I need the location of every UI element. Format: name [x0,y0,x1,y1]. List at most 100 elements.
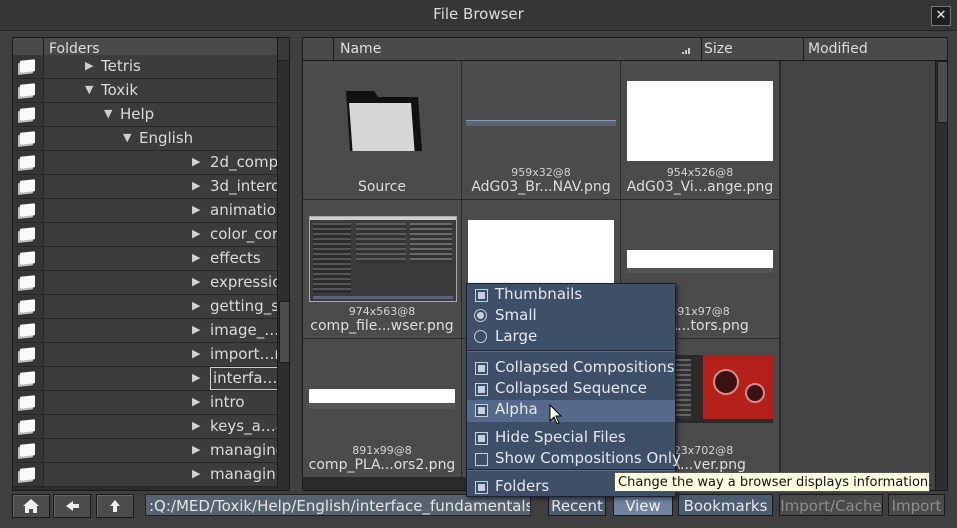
image-thumbnail [627,81,773,161]
radio-icon[interactable] [474,309,487,322]
collapsed-triangle-icon[interactable]: ▶ [192,443,200,456]
up-button[interactable] [96,494,134,518]
collapsed-triangle-icon[interactable]: ▶ [192,467,200,480]
column-size-header[interactable]: Size [702,38,804,60]
folder-row[interactable]: ▶ animation [13,199,285,223]
checkbox-icon[interactable] [475,362,488,375]
image-dimensions: 891x99@8 [352,444,412,457]
file-tile[interactable]: 959x32@8 AdG03_Br...NAV.png [462,61,621,200]
folder-row[interactable]: ▶color_correct [13,223,289,247]
collapsed-triangle-icon[interactable]: ▶ [192,203,200,216]
image-thumbnail [627,250,773,273]
checkbox-icon[interactable] [475,453,488,466]
close-button[interactable]: ✕ [931,6,951,26]
collapsed-triangle-icon[interactable]: ▶ [192,371,200,384]
checkbox-icon[interactable] [475,404,488,417]
import-cache-button[interactable]: Import/Cache [779,494,883,516]
column-modified-header[interactable]: Modified [804,38,935,60]
checkbox-icon[interactable] [475,481,488,494]
image-thumbnail [309,216,457,302]
files-scroll-thumb[interactable] [937,61,947,123]
folder-icon [13,151,44,174]
folder-label: intro [210,393,245,411]
file-name: comp_file...wser.png [310,318,454,334]
folder-icon [13,367,44,390]
expanded-triangle-icon[interactable]: ▼ [123,131,131,144]
folder-icon [13,103,44,126]
folder-row[interactable]: ▼ Help [13,103,277,127]
view-menu-item[interactable]: Collapsed Sequence [467,379,675,400]
collapsed-triangle-icon[interactable]: ▶ [192,347,200,360]
folder-icon [13,391,44,414]
checkbox-icon[interactable] [475,289,488,302]
collapsed-triangle-icon[interactable]: ▶ [85,59,93,72]
folder-label: 2d_comps [210,153,286,171]
view-menu-label: Collapsed Sequence [495,379,648,397]
folder-icon [13,247,44,270]
file-tile[interactable]: 891x99@8 comp_PLA...ors2.png [303,339,462,478]
folder-icon [13,295,44,318]
expanded-triangle-icon[interactable]: ▼ [85,83,93,96]
folder-row[interactable]: ▼ English [13,127,277,151]
collapsed-triangle-icon[interactable]: ▶ [192,275,200,288]
folders-scroll-thumb[interactable] [279,301,289,363]
folder-row[interactable]: ▶image_…essing [13,319,289,343]
view-menu-item[interactable]: Large [467,327,675,348]
folder-icon [13,55,44,78]
folder-row[interactable]: ▶ intro [13,391,277,415]
mouse-cursor-icon [549,404,563,425]
collapsed-triangle-icon[interactable]: ▶ [192,299,200,312]
folder-row[interactable]: ▶ effects [13,247,277,271]
window-title: File Browser [433,5,524,23]
up-arrow-icon [110,500,120,512]
folder-row[interactable]: ▼ Toxik [13,79,277,103]
back-button[interactable] [53,494,91,518]
folder-icon [13,175,44,198]
collapsed-triangle-icon[interactable]: ▶ [192,251,200,264]
folder-label: Toxik [101,81,139,99]
folder-row[interactable]: ▶managing_grain [13,439,289,463]
collapsed-triangle-icon[interactable]: ▶ [192,419,200,432]
view-menu-item[interactable]: Small [467,306,675,327]
checkbox-icon[interactable] [475,383,488,396]
file-tile[interactable]: 974x563@8 comp_file...wser.png [303,200,462,339]
column-size-label: Size [704,41,733,57]
home-icon [23,499,39,513]
bookmarks-button[interactable]: Bookmarks [678,494,773,516]
collapsed-triangle-icon[interactable]: ▶ [192,179,200,192]
folder-row[interactable]: ▶ expressions [13,271,289,295]
image-thumbnail [466,120,616,126]
collapsed-triangle-icon[interactable]: ▶ [192,155,200,168]
folder-row[interactable]: ▶managin…ojects [13,463,289,487]
folder-row[interactable]: ▶getting_started [13,295,289,319]
image-dimensions: 974x563@8 [348,305,416,318]
folder-row[interactable]: ▶ Tetris [13,55,277,79]
expanded-triangle-icon[interactable]: ▼ [104,107,112,120]
file-tile[interactable]: 954x526@8 AdG03_Vi...ange.png [621,61,780,200]
view-menu-item[interactable]: Show Compositions Only [467,449,681,470]
folder-row[interactable]: ▶ 2d_comps [13,151,286,175]
checkbox-icon[interactable] [475,432,488,445]
radio-icon[interactable] [474,330,487,343]
folder-label: Help [120,105,155,123]
view-menu-item[interactable]: Thumbnails [467,285,675,306]
folder-label: effects [210,249,261,267]
view-menu-item[interactable]: Hide Special Files [467,428,675,449]
collapsed-triangle-icon[interactable]: ▶ [192,323,200,336]
view-menu-item[interactable]: Collapsed Compositions [467,358,675,379]
folder-row[interactable]: ▶interfa…mentals [13,367,289,391]
view-menu-item[interactable]: Alpha [467,400,675,421]
collapsed-triangle-icon[interactable]: ▶ [192,227,200,240]
home-button[interactable] [12,494,50,518]
file-name: AdG03_Vi...ange.png [626,179,774,195]
files-scrollbar[interactable] [935,61,947,490]
folder-row[interactable]: ▶import…media [13,343,289,367]
folder-row[interactable]: ▶ 3d_interop [13,175,289,199]
column-name-header[interactable]: Name [334,38,702,60]
folder-tile[interactable]: Source [303,61,462,200]
folder-row[interactable]: ▶keys_a…attes [13,415,289,439]
file-name: Source [357,179,407,195]
folders-scrollbar[interactable] [277,61,289,490]
import-button[interactable]: Import [888,494,945,516]
collapsed-triangle-icon[interactable]: ▶ [192,395,200,408]
